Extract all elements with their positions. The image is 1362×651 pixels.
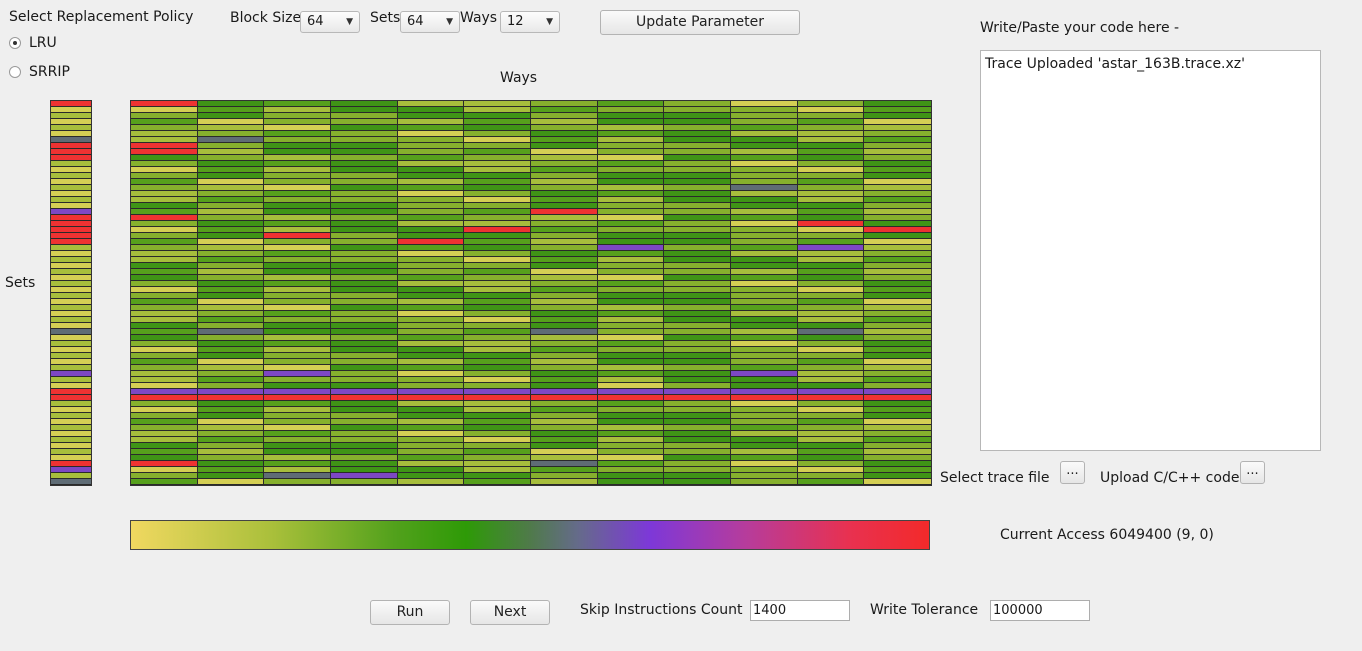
skip-instructions-label: Skip Instructions Count bbox=[580, 602, 743, 618]
set-access-cell bbox=[51, 479, 91, 485]
block-size-select[interactable]: 64 ▼ bbox=[300, 11, 360, 33]
ways-label: Ways bbox=[460, 10, 498, 26]
select-trace-file-button[interactable]: ... bbox=[1060, 461, 1085, 484]
heatmap-cell bbox=[864, 479, 931, 485]
radio-srrip[interactable] bbox=[9, 66, 21, 78]
radio-lru[interactable] bbox=[9, 37, 21, 49]
upload-code-label: Upload C/C++ code bbox=[1100, 470, 1240, 486]
cache-heatmap bbox=[130, 100, 932, 486]
heatmap-cell bbox=[464, 479, 531, 485]
heatmap-cell bbox=[397, 479, 465, 485]
radio-lru-label[interactable]: LRU bbox=[29, 35, 57, 51]
code-panel-label: Write/Paste your code here - bbox=[980, 20, 1180, 36]
run-button[interactable]: Run bbox=[370, 600, 450, 625]
heatmap-cell bbox=[331, 479, 398, 485]
radio-srrip-label[interactable]: SRRIP bbox=[29, 64, 70, 80]
chevron-down-icon: ▼ bbox=[546, 17, 553, 27]
colorbar bbox=[130, 520, 930, 550]
heatmap-cell bbox=[197, 479, 265, 485]
next-button[interactable]: Next bbox=[470, 600, 550, 625]
current-access-status: Current Access 6049400 (9, 0) bbox=[1000, 527, 1214, 543]
update-parameter-button[interactable]: Update Parameter bbox=[600, 10, 800, 35]
ways-axis-label: Ways bbox=[500, 70, 538, 86]
upload-code-button[interactable]: ... bbox=[1240, 461, 1265, 484]
heatmap-cell bbox=[264, 479, 331, 485]
code-textarea[interactable]: Trace Uploaded 'astar_163B.trace.xz' bbox=[980, 50, 1321, 451]
sets-select[interactable]: 64 ▼ bbox=[400, 11, 460, 33]
write-tolerance-label: Write Tolerance bbox=[870, 602, 979, 618]
ways-select[interactable]: 12 ▼ bbox=[500, 11, 560, 33]
chevron-down-icon: ▼ bbox=[446, 17, 453, 27]
sets-axis-label: Sets bbox=[5, 275, 36, 291]
heatmap-cell bbox=[531, 479, 598, 485]
skip-instructions-input[interactable]: 1400 bbox=[750, 600, 850, 621]
heatmap-cell bbox=[131, 479, 198, 485]
trace-file-label: Select trace file bbox=[940, 470, 1050, 486]
chevron-down-icon: ▼ bbox=[346, 17, 353, 27]
heatmap-cell bbox=[664, 479, 731, 485]
sets-value: 64 bbox=[407, 14, 424, 29]
block-size-label: Block Size bbox=[230, 10, 302, 26]
heatmap-cell bbox=[731, 479, 798, 485]
heatmap-cell bbox=[797, 479, 865, 485]
policy-title: Select Replacement Policy bbox=[9, 9, 194, 25]
sets-label: Sets bbox=[370, 10, 401, 26]
set-access-column bbox=[50, 100, 92, 486]
ways-value: 12 bbox=[507, 14, 524, 29]
write-tolerance-input[interactable]: 100000 bbox=[990, 600, 1090, 621]
heatmap-cell bbox=[597, 479, 665, 485]
block-size-value: 64 bbox=[307, 14, 324, 29]
